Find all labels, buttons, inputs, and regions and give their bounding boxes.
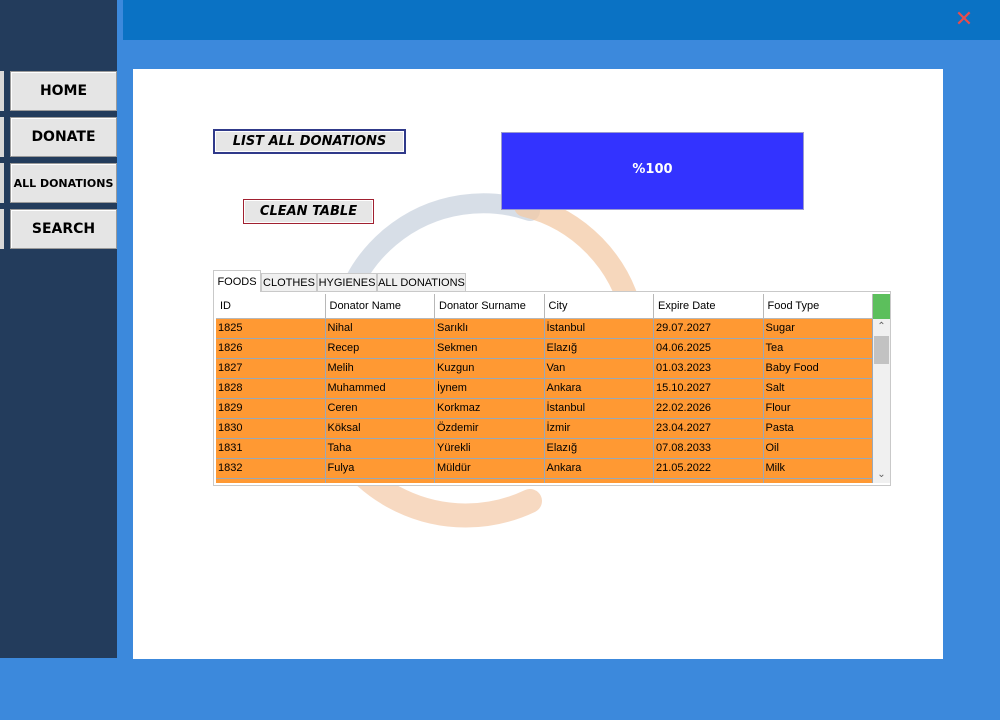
- table-cell[interactable]: İynem: [435, 379, 545, 399]
- table-cell[interactable]: 1826: [216, 339, 326, 359]
- table-cell[interactable]: 04.06.2025: [654, 339, 764, 359]
- column-header[interactable]: Donator Surname: [435, 294, 545, 319]
- table-cell[interactable]: 1831: [216, 439, 326, 459]
- table-cell[interactable]: 1829: [216, 399, 326, 419]
- table-cell[interactable]: Tea: [763, 339, 873, 359]
- table-cell[interactable]: Sugar: [763, 319, 873, 339]
- nav-marker: [0, 117, 4, 157]
- table-cell[interactable]: Taha: [325, 439, 435, 459]
- scroll-thumb[interactable]: [874, 336, 889, 364]
- table-cell[interactable]: 07.08.2033: [654, 439, 764, 459]
- table-cell[interactable]: Oil: [763, 439, 873, 459]
- table-cell[interactable]: Flour: [763, 399, 873, 419]
- table-row[interactable]: 1828 Muhammed İynem Ankara 15.10.2027 Salt: [216, 379, 873, 399]
- title-bar: ✕: [123, 0, 1000, 40]
- table-cell[interactable]: Van: [544, 359, 654, 379]
- table-cell[interactable]: 29.07.2027: [654, 319, 764, 339]
- table-row[interactable]: 1825 Nihal Sarıklı İstanbul 29.07.2027 Sugar: [216, 319, 873, 339]
- donations-table: ID Donator Name Donator Surname City Exp…: [213, 291, 891, 486]
- table-cell[interactable]: Salt: [763, 379, 873, 399]
- table-cell[interactable]: İstanbul: [544, 399, 654, 419]
- tab-all-donations[interactable]: ALL DONATIONS: [377, 273, 466, 292]
- column-header[interactable]: Donator Name: [325, 294, 435, 319]
- list-all-donations-button[interactable]: LIST ALL DONATIONS: [213, 129, 406, 154]
- table-row[interactable]: 1829 Ceren Korkmaz İstanbul 22.02.2026 Flour: [216, 399, 873, 419]
- table-cell[interactable]: 15.10.2027: [654, 379, 764, 399]
- table-cell[interactable]: Korkmaz: [435, 399, 545, 419]
- table-cell[interactable]: [325, 479, 435, 483]
- close-icon[interactable]: ✕: [954, 8, 974, 32]
- main-panel: LIST ALL DONATIONS CLEAN TABLE %100 FOOD…: [133, 69, 943, 659]
- scroll-up-icon[interactable]: ⌃: [873, 319, 890, 335]
- table-cell[interactable]: Nihal: [325, 319, 435, 339]
- table-cell[interactable]: Melih: [325, 359, 435, 379]
- table-cell[interactable]: Ceren: [325, 399, 435, 419]
- table-cell[interactable]: Sarıklı: [435, 319, 545, 339]
- table-cell[interactable]: Kuzgun: [435, 359, 545, 379]
- table-cell[interactable]: [216, 479, 326, 483]
- table-cell[interactable]: 1827: [216, 359, 326, 379]
- nav-marker: [0, 209, 4, 249]
- table-cell[interactable]: Pasta: [763, 419, 873, 439]
- table-row[interactable]: 1827 Melih Kuzgun Van 01.03.2023 Baby Food: [216, 359, 873, 379]
- clean-table-button[interactable]: CLEAN TABLE: [243, 199, 374, 224]
- table-cell[interactable]: 22.02.2026: [654, 399, 764, 419]
- grid-corner: [873, 294, 890, 319]
- table-cell[interactable]: Recep: [325, 339, 435, 359]
- table-header: ID Donator Name Donator Surname City Exp…: [216, 294, 873, 319]
- scroll-down-icon[interactable]: ⌄: [873, 467, 890, 483]
- tab-hygienes[interactable]: HYGIENES: [317, 273, 377, 292]
- nav-marker: [0, 71, 4, 111]
- table-row[interactable]: [216, 479, 873, 483]
- table-cell[interactable]: Ankara: [544, 459, 654, 479]
- sidebar: HOME DONATE ALL DONATIONS SEARCH: [0, 0, 117, 658]
- table-cell[interactable]: İstanbul: [544, 319, 654, 339]
- table-cell[interactable]: 23.04.2027: [654, 419, 764, 439]
- tab-clothes[interactable]: CLOTHES: [261, 273, 317, 292]
- table-cell[interactable]: Ankara: [544, 379, 654, 399]
- home-button[interactable]: HOME: [10, 71, 117, 111]
- vertical-scrollbar[interactable]: ⌃ ⌄: [873, 319, 890, 483]
- data-grid: ID Donator Name Donator Surname City Exp…: [216, 294, 873, 483]
- progress-bar: %100: [501, 132, 804, 210]
- table-cell[interactable]: [763, 479, 873, 483]
- table-row[interactable]: 1832 Fulya Müldür Ankara 21.05.2022 Milk: [216, 459, 873, 479]
- tab-foods[interactable]: FOODS: [213, 270, 261, 292]
- column-header[interactable]: City: [544, 294, 654, 319]
- column-header[interactable]: Food Type: [763, 294, 873, 319]
- table-body: 1825 Nihal Sarıklı İstanbul 29.07.2027 Sugar 1…: [216, 319, 873, 483]
- table-cell[interactable]: [435, 479, 545, 483]
- table-cell[interactable]: Özdemir: [435, 419, 545, 439]
- nav-marker: [0, 163, 4, 203]
- donate-button[interactable]: DONATE: [10, 117, 117, 157]
- search-button[interactable]: SEARCH: [10, 209, 117, 249]
- table-cell[interactable]: 1828: [216, 379, 326, 399]
- table-cell[interactable]: Elazığ: [544, 439, 654, 459]
- table-cell[interactable]: Muhammed: [325, 379, 435, 399]
- table-cell[interactable]: İzmir: [544, 419, 654, 439]
- column-header[interactable]: Expire Date: [654, 294, 764, 319]
- table-cell[interactable]: Yürekli: [435, 439, 545, 459]
- table-cell[interactable]: Baby Food: [763, 359, 873, 379]
- table-cell[interactable]: Köksal: [325, 419, 435, 439]
- table-cell[interactable]: [544, 479, 654, 483]
- table-cell[interactable]: 1830: [216, 419, 326, 439]
- table-row[interactable]: 1831 Taha Yürekli Elazığ 07.08.2033 Oil: [216, 439, 873, 459]
- table-cell[interactable]: Elazığ: [544, 339, 654, 359]
- table-cell[interactable]: Müldür: [435, 459, 545, 479]
- progress-label: %100: [632, 162, 673, 177]
- table-cell[interactable]: 01.03.2023: [654, 359, 764, 379]
- table-row[interactable]: 1826 Recep Sekmen Elazığ 04.06.2025 Tea: [216, 339, 873, 359]
- table-cell[interactable]: Milk: [763, 459, 873, 479]
- all-donations-button[interactable]: ALL DONATIONS: [10, 163, 117, 203]
- column-header[interactable]: ID: [216, 294, 326, 319]
- table-row[interactable]: 1830 Köksal Özdemir İzmir 23.04.2027 Pasta: [216, 419, 873, 439]
- table-cell[interactable]: 1825: [216, 319, 326, 339]
- table-cell[interactable]: [654, 479, 764, 483]
- table-cell[interactable]: Sekmen: [435, 339, 545, 359]
- table-cell[interactable]: Fulya: [325, 459, 435, 479]
- table-cell[interactable]: 21.05.2022: [654, 459, 764, 479]
- table-cell[interactable]: 1832: [216, 459, 326, 479]
